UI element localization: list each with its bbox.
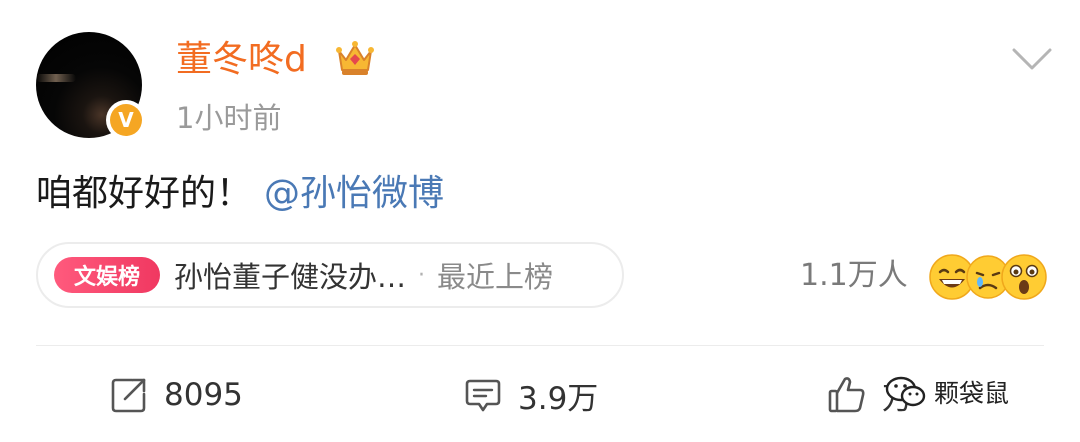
avatar-highlight xyxy=(36,74,76,82)
topic-title: 孙怡董子健没办… xyxy=(174,260,407,294)
crown-icon[interactable] xyxy=(334,38,376,80)
topic-status: 最近上榜 xyxy=(437,260,554,294)
post-content: 咱都好好的！ xyxy=(36,173,253,214)
share-icon xyxy=(111,378,146,413)
trending-topic-card[interactable]: 文娱榜 孙怡董子健没办… · 最近上榜 xyxy=(36,242,624,308)
comment-button[interactable]: 3.9万 xyxy=(462,370,598,420)
post-text: 咱都好好的！ @孙怡微博 xyxy=(36,168,444,220)
weibo-post: V 董冬咚d 1小时前 咱都好好的！ @孙怡微博 文娱榜 孙怡董子健没办… · 最… xyxy=(0,0,1080,442)
divider xyxy=(36,345,1044,346)
topic-separator: · xyxy=(418,262,426,288)
verified-v-icon: V xyxy=(110,104,142,136)
comment-icon xyxy=(465,379,501,412)
thumbs-up-icon xyxy=(828,377,865,413)
reaction-count[interactable]: 1.1万人 xyxy=(800,256,908,296)
surprised-emoji-icon xyxy=(1001,254,1047,300)
forward-count: 8095 xyxy=(164,377,243,413)
verified-badge: V xyxy=(106,100,146,140)
comment-count: 3.9万 xyxy=(518,380,599,417)
reaction-emoji-icons[interactable] xyxy=(926,252,1050,302)
wechat-icon xyxy=(885,376,926,407)
chevron-down-icon[interactable] xyxy=(1010,44,1054,74)
mention-link[interactable]: @孙怡微博 xyxy=(264,173,444,214)
username[interactable]: 董冬咚d xyxy=(176,36,307,84)
forward-button[interactable]: 8095 xyxy=(108,370,243,420)
topic-tag: 文娱榜 xyxy=(54,257,160,293)
watermark: 颗袋鼠 xyxy=(884,374,1009,410)
watermark-text: 颗袋鼠 xyxy=(934,379,1010,408)
post-time: 1小时前 xyxy=(176,101,282,135)
